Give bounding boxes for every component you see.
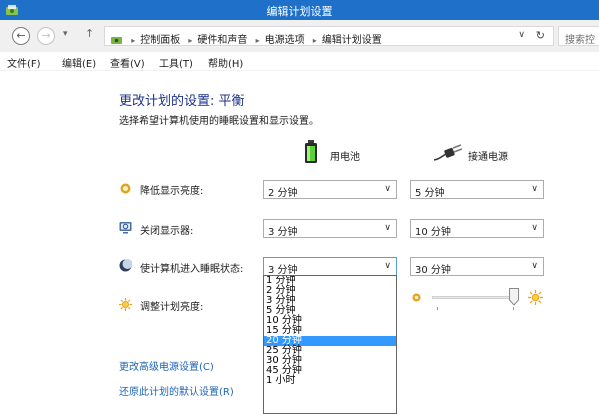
menu-help[interactable]: 帮助(H) (208, 55, 243, 70)
sleep-battery-options-list[interactable]: 1 分钟 2 分钟 3 分钟 5 分钟 10 分钟 15 分钟 20 分钟 25 分钟 30 分… (263, 275, 397, 414)
column-label-battery: 用电池 (330, 152, 360, 163)
row-label-dim-display: 降低显示亮度: (140, 186, 204, 197)
search-placeholder: 搜索控 (565, 35, 595, 46)
menu-bar: 文件(F) 编辑(E) 查看(V) 工具(T) 帮助(H) (0, 52, 599, 70)
address-dropdown-icon[interactable]: ∨ (518, 30, 525, 40)
row-label-turn-off-display: 关闭显示器: (140, 226, 194, 237)
select-value: 3 分钟 (268, 227, 298, 238)
window-title: 编辑计划设置 (266, 5, 333, 18)
brightness-sun-icon (119, 298, 132, 311)
title-bar: 编辑计划设置 (0, 0, 599, 20)
sleep-plugged-select[interactable]: 30 分钟 ∨ (410, 257, 544, 276)
chevron-down-icon: ∨ (531, 261, 538, 271)
breadcrumb-item-power-options[interactable]: 电源选项 (265, 35, 305, 46)
control-panel-small-icon (111, 37, 122, 44)
column-label-plugged-in: 接通电源 (468, 152, 508, 163)
select-value: 3 分钟 (268, 265, 298, 276)
select-value: 30 分钟 (415, 265, 451, 276)
breadcrumb-item-edit-plan[interactable]: 编辑计划设置 (322, 35, 382, 46)
brightness-high-icon (528, 290, 543, 305)
breadcrumb-item-control-panel[interactable]: 控制面板 (140, 35, 180, 46)
dim-display-battery-select[interactable]: 2 分钟 ∨ (263, 180, 397, 199)
up-button[interactable]: ↑ (85, 27, 94, 40)
slider-tick (437, 307, 438, 310)
chevron-down-icon: ∨ (384, 223, 391, 233)
menu-edit[interactable]: 编辑(E) (62, 55, 96, 70)
navigation-bar: ← → ▾ ↑ ▸ 控制面板 ▸ 硬件和声音 ▸ 电源选项 ▸ 编辑计划设置 ∨ ↻ 搜… (0, 20, 599, 52)
row-label-brightness: 调整计划亮度: (140, 302, 204, 313)
chevron-down-icon: ∨ (531, 184, 538, 194)
back-button[interactable]: ← (12, 27, 30, 45)
page-subtitle: 选择希望计算机使用的睡眠设置和显示设置。 (119, 116, 319, 127)
sleep-battery-select[interactable]: 3 分钟 ∨ (263, 257, 397, 276)
forward-button[interactable]: → (37, 27, 55, 45)
chevron-down-icon: ∨ (384, 261, 391, 271)
turn-off-display-battery-select[interactable]: 3 分钟 ∨ (263, 219, 397, 238)
dim-display-plugged-select[interactable]: 5 分钟 ∨ (410, 180, 544, 199)
select-value: 10 分钟 (415, 227, 451, 238)
power-plug-icon (434, 144, 462, 161)
menu-view[interactable]: 查看(V) (110, 55, 145, 70)
select-value: 5 分钟 (415, 188, 445, 199)
slider-tick (513, 307, 514, 310)
brightness-slider-thumb[interactable] (509, 288, 519, 306)
breadcrumb: ▸ 控制面板 ▸ 硬件和声音 ▸ 电源选项 ▸ 编辑计划设置 (111, 31, 382, 46)
menu-tools[interactable]: 工具(T) (159, 55, 193, 70)
breadcrumb-item-hardware-sound[interactable]: 硬件和声音 (197, 35, 247, 46)
recent-locations-icon[interactable]: ▾ (63, 29, 68, 39)
page-title: 更改计划的设置: 平衡 (119, 94, 245, 109)
restore-defaults-link[interactable]: 还原此计划的默认设置(R) (119, 383, 234, 398)
select-value: 2 分钟 (268, 188, 298, 199)
chevron-down-icon: ∨ (531, 223, 538, 233)
address-field[interactable]: ▸ 控制面板 ▸ 硬件和声音 ▸ 电源选项 ▸ 编辑计划设置 ∨ ↻ (104, 26, 554, 46)
row-label-sleep: 使计算机进入睡眠状态: (140, 264, 244, 275)
turn-off-display-icon (119, 222, 132, 234)
sleep-moon-icon (119, 259, 132, 272)
chevron-down-icon: ∨ (384, 184, 391, 194)
brightness-plugged-slider[interactable] (432, 296, 518, 299)
battery-icon (305, 140, 317, 163)
search-input[interactable]: 搜索控 (558, 26, 599, 46)
brightness-low-icon (412, 293, 421, 302)
refresh-icon[interactable]: ↻ (536, 29, 545, 42)
dim-brightness-icon (120, 183, 131, 194)
turn-off-display-plugged-select[interactable]: 10 分钟 ∨ (410, 219, 544, 238)
advanced-power-settings-link[interactable]: 更改高级电源设置(C) (119, 358, 214, 373)
menu-file[interactable]: 文件(F) (7, 55, 41, 70)
dropdown-option[interactable]: 1 小时 (264, 376, 396, 386)
